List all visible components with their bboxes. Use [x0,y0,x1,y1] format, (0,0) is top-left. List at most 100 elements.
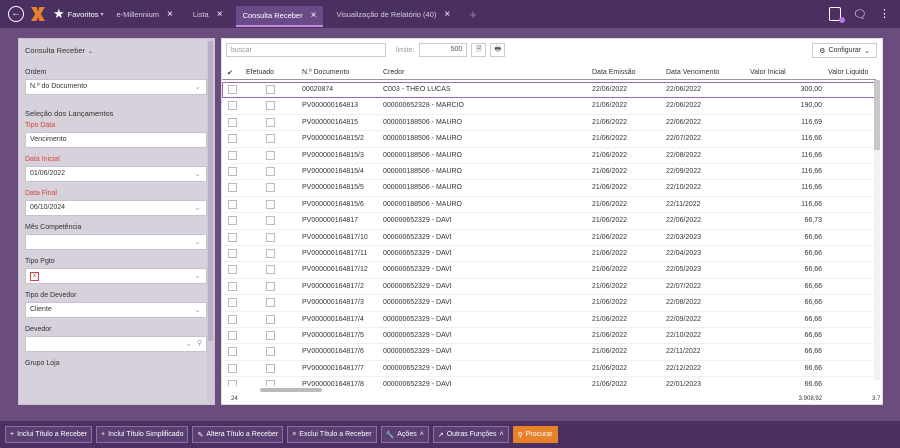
table-row[interactable]: PV000000164815 000000188506 - MAURO 21/06/… [222,115,876,132]
efetuado-checkbox[interactable] [266,199,275,209]
efetuado-checkbox[interactable] [266,281,275,291]
table-row[interactable]: PV000000164813 000000652328 - MARCIO 21/06… [222,98,876,115]
efetuado-checkbox[interactable] [266,216,275,226]
tipo-pgto-chip[interactable]: x [30,272,39,281]
col-data-vencimento[interactable]: Data Vencimento [666,69,719,76]
select-all-checkmark-icon[interactable]: ✔ [227,69,233,77]
table-row[interactable]: PV000000164817/5 000000652329 - DAVI 21/06… [222,328,876,345]
efetuado-checkbox[interactable] [266,331,275,340]
efetuado-checkbox[interactable] [266,117,275,127]
close-icon[interactable]: × [311,10,317,21]
row-select-checkbox[interactable] [228,265,237,275]
tab-visualizacao-relatorio[interactable]: Visualização de Relatório (40) × [329,4,457,24]
efetuado-checkbox[interactable] [266,183,275,193]
col-documento[interactable]: N.º Documento [302,69,349,76]
table-row[interactable]: PV000000164817/3 000000652329 - DAVI 21/06… [222,295,876,312]
efetuado-checkbox[interactable] [266,85,275,94]
table-row[interactable]: PV000000164817 000000652329 - DAVI 21/06/2… [222,213,876,230]
table-row[interactable]: PV000000164817/12 000000652329 - DAVI 21/0… [222,262,876,279]
col-valor-liquido[interactable]: Valor Liquido [828,69,868,76]
configure-button[interactable]: ⚙ Configurar ⌄ [812,43,877,58]
col-valor-inicial[interactable]: Valor Inicial [750,69,786,76]
row-select-checkbox[interactable] [228,199,237,209]
table-row[interactable]: PV000000164817/2 000000652329 - DAVI 21/06… [222,279,876,296]
delete-receivable-button[interactable]: × Exclui Título a Receber [287,426,377,443]
actions-button[interactable]: 🔧 Ações ˄ [380,426,429,443]
tipo-data-field[interactable]: Vencimento [25,132,207,148]
tab-lista[interactable]: Lista × [186,4,230,24]
efetuado-checkbox[interactable] [266,363,275,373]
row-select-checkbox[interactable] [228,298,237,308]
filter-scrollbar[interactable] [207,39,214,404]
row-select-checkbox[interactable] [228,117,237,127]
table-row[interactable]: PV000000164817/4 000000652329 - DAVI 21/06… [222,312,876,328]
panel-title[interactable]: Consulta Receber ⌄ [25,46,214,55]
chat-icon[interactable]: 🗨 [853,8,867,21]
other-functions-button[interactable]: ↗ Outras Funções ˄ [432,426,509,443]
row-select-checkbox[interactable] [228,167,237,176]
limit-input[interactable]: 500 [419,43,468,57]
row-select-checkbox[interactable] [228,314,237,324]
clipboard-icon[interactable] [829,7,846,23]
table-row[interactable]: PV000000164815/2 000000188506 - MAURO 21/0… [222,131,876,148]
close-icon[interactable]: × [217,9,223,20]
more-icon[interactable]: ⋮ [879,8,890,20]
add-receivable-button[interactable]: + Inclui Título a Receber [5,426,93,443]
row-select-checkbox[interactable] [228,249,237,258]
table-scrollbar[interactable] [874,80,880,380]
table-row[interactable]: 00020874 C003 - THEO LUCAS 22/06/2022 22/06… [222,82,876,99]
table-row[interactable]: PV000000164817/8 000000652329 - DAVI 21/06… [222,377,876,386]
tipo-devedor-field[interactable]: Cliente ⌄ [25,302,207,318]
efetuado-checkbox[interactable] [266,265,275,275]
row-select-checkbox[interactable] [228,281,237,291]
data-inicial-field[interactable]: 01/06/2022 ⌄ [25,166,207,182]
ordem-select[interactable]: N.º do Documento ⌄ [25,79,207,95]
favorites-menu[interactable]: Favoritos [68,10,99,19]
efetuado-checkbox[interactable] [266,101,275,111]
table-row[interactable]: PV000000164817/6 000000652329 - DAVI 21/06… [222,344,876,361]
efetuado-checkbox[interactable] [266,380,275,386]
table-row[interactable]: PV000000164815/4 000000188506 - MAURO 21/0… [222,164,876,181]
close-icon[interactable]: × [167,9,173,20]
row-select-checkbox[interactable] [228,183,237,193]
efetuado-checkbox[interactable] [266,347,275,357]
edit-receivable-button[interactable]: ✎ Altera Título a Receber [192,426,284,443]
row-select-checkbox[interactable] [228,363,237,373]
row-select-checkbox[interactable] [228,85,237,94]
efetuado-checkbox[interactable] [266,314,275,324]
table-row[interactable]: PV000000164815/3 000000188506 - MAURO 21/0… [222,148,876,164]
row-select-checkbox[interactable] [228,150,237,160]
scroll-thumb[interactable] [874,80,880,150]
col-data-emissao[interactable]: Data Emissão [592,69,636,76]
row-select-checkbox[interactable] [228,101,237,111]
efetuado-checkbox[interactable] [266,232,275,242]
tab-e-millennium[interactable]: e-Millennium × [110,4,180,24]
mes-competencia-field[interactable]: ⌄ [25,234,207,250]
search-icon[interactable]: ⚲ [197,339,202,347]
col-efetuado[interactable]: Efetuado [246,69,274,76]
search-input[interactable]: buscar [226,43,386,57]
col-credor[interactable]: Credor [383,69,404,76]
export-icon[interactable]: 🗎 [471,43,487,57]
horizontal-scrollbar[interactable] [260,388,322,392]
row-select-checkbox[interactable] [228,347,237,357]
scroll-thumb[interactable] [208,41,213,341]
efetuado-checkbox[interactable] [266,249,275,258]
table-row[interactable]: PV000000164817/10 000000652329 - DAVI 21/0… [222,230,876,246]
row-select-checkbox[interactable] [228,232,237,242]
back-icon[interactable]: ← [8,6,24,22]
table-row[interactable]: PV000000164817/7 000000652329 - DAVI 21/06… [222,361,876,378]
print-icon[interactable]: 🖶 [490,43,506,57]
efetuado-checkbox[interactable] [266,134,275,144]
add-tab-icon[interactable]: + [469,7,477,22]
add-simplified-button[interactable]: + Inclui Título Simplificado [96,426,189,443]
devedor-field[interactable]: ⌄ ⚲ [25,336,207,352]
row-select-checkbox[interactable] [228,134,237,144]
row-select-checkbox[interactable] [228,380,237,386]
tab-consulta-receber[interactable]: Consulta Receber × [235,6,324,27]
table-row[interactable]: PV000000164815/5 000000188506 - MAURO 21/0… [222,180,876,197]
efetuado-checkbox[interactable] [266,298,275,308]
tipo-pgto-field[interactable]: x ⌄ [25,268,207,284]
star-icon[interactable]: ★ [53,6,65,22]
row-select-checkbox[interactable] [228,331,237,340]
